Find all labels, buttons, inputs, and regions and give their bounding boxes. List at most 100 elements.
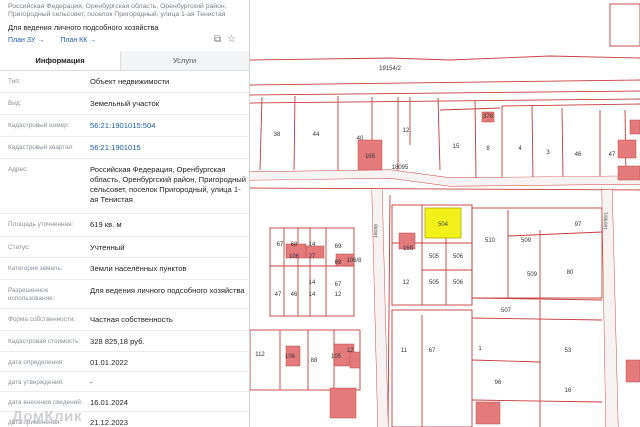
map-label: 14 [309,280,316,286]
map-label: 509 [527,272,538,278]
plan-zu-link[interactable]: План ЗУ → [8,37,44,44]
property-row: Кадастровый номер: 56:21:1901015:504 [0,115,249,137]
property-label: Разрешенное использование: [8,287,55,302]
plan-kk-link[interactable]: План КК → [60,37,96,44]
map-label: 18095 [392,165,409,171]
map-label: 105 [331,354,342,360]
map-label: 69 [335,260,342,266]
map-label: 97 [575,222,582,228]
cadastral-map[interactable]: 504 19154/2 38 44 40 16б 12 15 8 4 3 46 … [250,0,640,427]
property-row: Кадастровый квартал: 56:21:1901015 [0,137,249,159]
property-label: дата внесения сведений: [8,399,83,406]
tab-information[interactable]: Информация [0,51,121,70]
property-label: Вид: [8,100,22,107]
map-label: 67 [429,348,436,354]
map-label: 509 [521,238,532,244]
property-value: Учтенный [90,243,125,252]
map-label: 67 [277,242,284,248]
property-row: Статус: Учтенный [0,237,249,258]
header-actions: ⧉ ☆ [214,34,242,45]
property-value: 16.01.2024 [90,398,129,407]
property-value: - [90,378,93,387]
property-value: 21.12.2023 [90,418,129,427]
map-label: 88 [311,358,318,364]
property-value: 01.01.2022 [90,358,129,367]
star-icon[interactable]: ☆ [227,34,236,45]
object-title: Для ведения личного подсобного хозяйства [8,23,159,32]
property-label: дата определения: [8,359,64,366]
map-label: 40 [357,136,364,142]
map-label: 46 [575,152,582,158]
property-value: 619 кв. м [90,220,122,229]
map-label: 80 [567,270,574,276]
map-label: 68 [291,242,298,248]
property-label: дата утверждения: [8,379,64,386]
property-label: Категория земель: [8,265,63,272]
map-label: 16б [403,246,414,252]
map-label: 510 [485,238,496,244]
map-label: 506 [453,254,464,260]
map-label: 47 [609,152,616,158]
map-label: 106/8 [346,258,362,264]
property-row: Вид: Земельный участок [0,93,249,115]
map-label: 112 [255,352,265,358]
map-label: 12 [347,348,354,354]
map-label: 12 [403,280,410,286]
map-label: 378 [483,114,494,120]
property-list: Тип: Объект недвижимости Вид: Земельный уч… [0,71,249,427]
property-row: дата определения: 01.01.2022 [0,352,249,372]
map-label: 14 [309,292,316,298]
map-label: 16б [365,154,376,160]
plan-links: План ЗУ → План КК → [8,37,110,44]
map-label: 46 [291,292,298,298]
cadastral-quarter-link[interactable]: 56:21:1901015 [90,143,246,153]
selected-parcel-label: 504 [438,222,449,228]
cadastral-number-link[interactable]: 56:21:1901015:504 [90,121,246,131]
property-row: Форма собственности: Частная собственност… [0,309,249,331]
property-row: Разрешенное использование: Для ведения ли… [0,280,249,309]
map-label: 14 [309,242,316,248]
property-label: Адрес: [8,166,29,173]
domclick-watermark: ДомКлик [12,408,82,425]
map-label: 53 [565,348,572,354]
property-value: Для ведения личного подсобного хозяйства [90,286,245,295]
property-row: Тип: Объект недвижимости [0,71,249,93]
map-label: 47 [275,292,282,298]
address-breadcrumb: Российская Федерация, Оренбургская облас… [8,3,227,18]
map-label: 506 [453,280,464,286]
map-label: 38 [274,132,281,138]
property-row: Категория земель: Земли населённых пункто… [0,258,249,280]
map-label: 12 [335,292,342,298]
map-label: 505 [429,254,440,260]
property-label: Площадь уточненная: [8,221,74,228]
tab-bar: Информация Услуги [0,51,249,71]
map-label: 67 [335,282,342,288]
property-value: Частная собственность [90,315,173,324]
property-row: Кадастровая стоимость: 328 825,18 руб. [0,331,249,352]
property-label: Форма собственности: [8,316,76,323]
property-label: Кадастровый квартал: [8,144,75,151]
road-label-18088: 18088 [373,224,379,238]
property-value: Земельный участок [90,99,160,108]
tab-services[interactable]: Услуги [120,51,249,70]
map-label: 106 [285,354,296,360]
property-row: дата утверждения: - [0,372,249,392]
map-label: 12 [403,128,410,134]
map-label: 507 [501,308,512,314]
property-label: Тип: [8,78,21,85]
map-label: 505 [429,280,440,286]
map-label: 69 [335,244,342,250]
property-row: Адрес: Российская Федерация, Оренбургская… [0,159,249,214]
info-panel: Российская Федерация, Оренбургская облас… [0,0,250,427]
property-value: Объект недвижимости [90,77,170,86]
property-label: Кадастровый номер: [8,122,70,129]
map-label: 15 [453,144,460,150]
map-label: 16 [565,388,572,394]
property-label: Статус: [8,244,30,251]
property-label: Кадастровая стоимость: [8,338,81,345]
share-icon[interactable]: ⧉ [214,34,221,45]
map-label: 106 [289,254,300,260]
map-label: 27 [309,254,316,260]
property-value: 328 825,18 руб. [90,337,145,346]
map-label: 11 [401,348,408,354]
